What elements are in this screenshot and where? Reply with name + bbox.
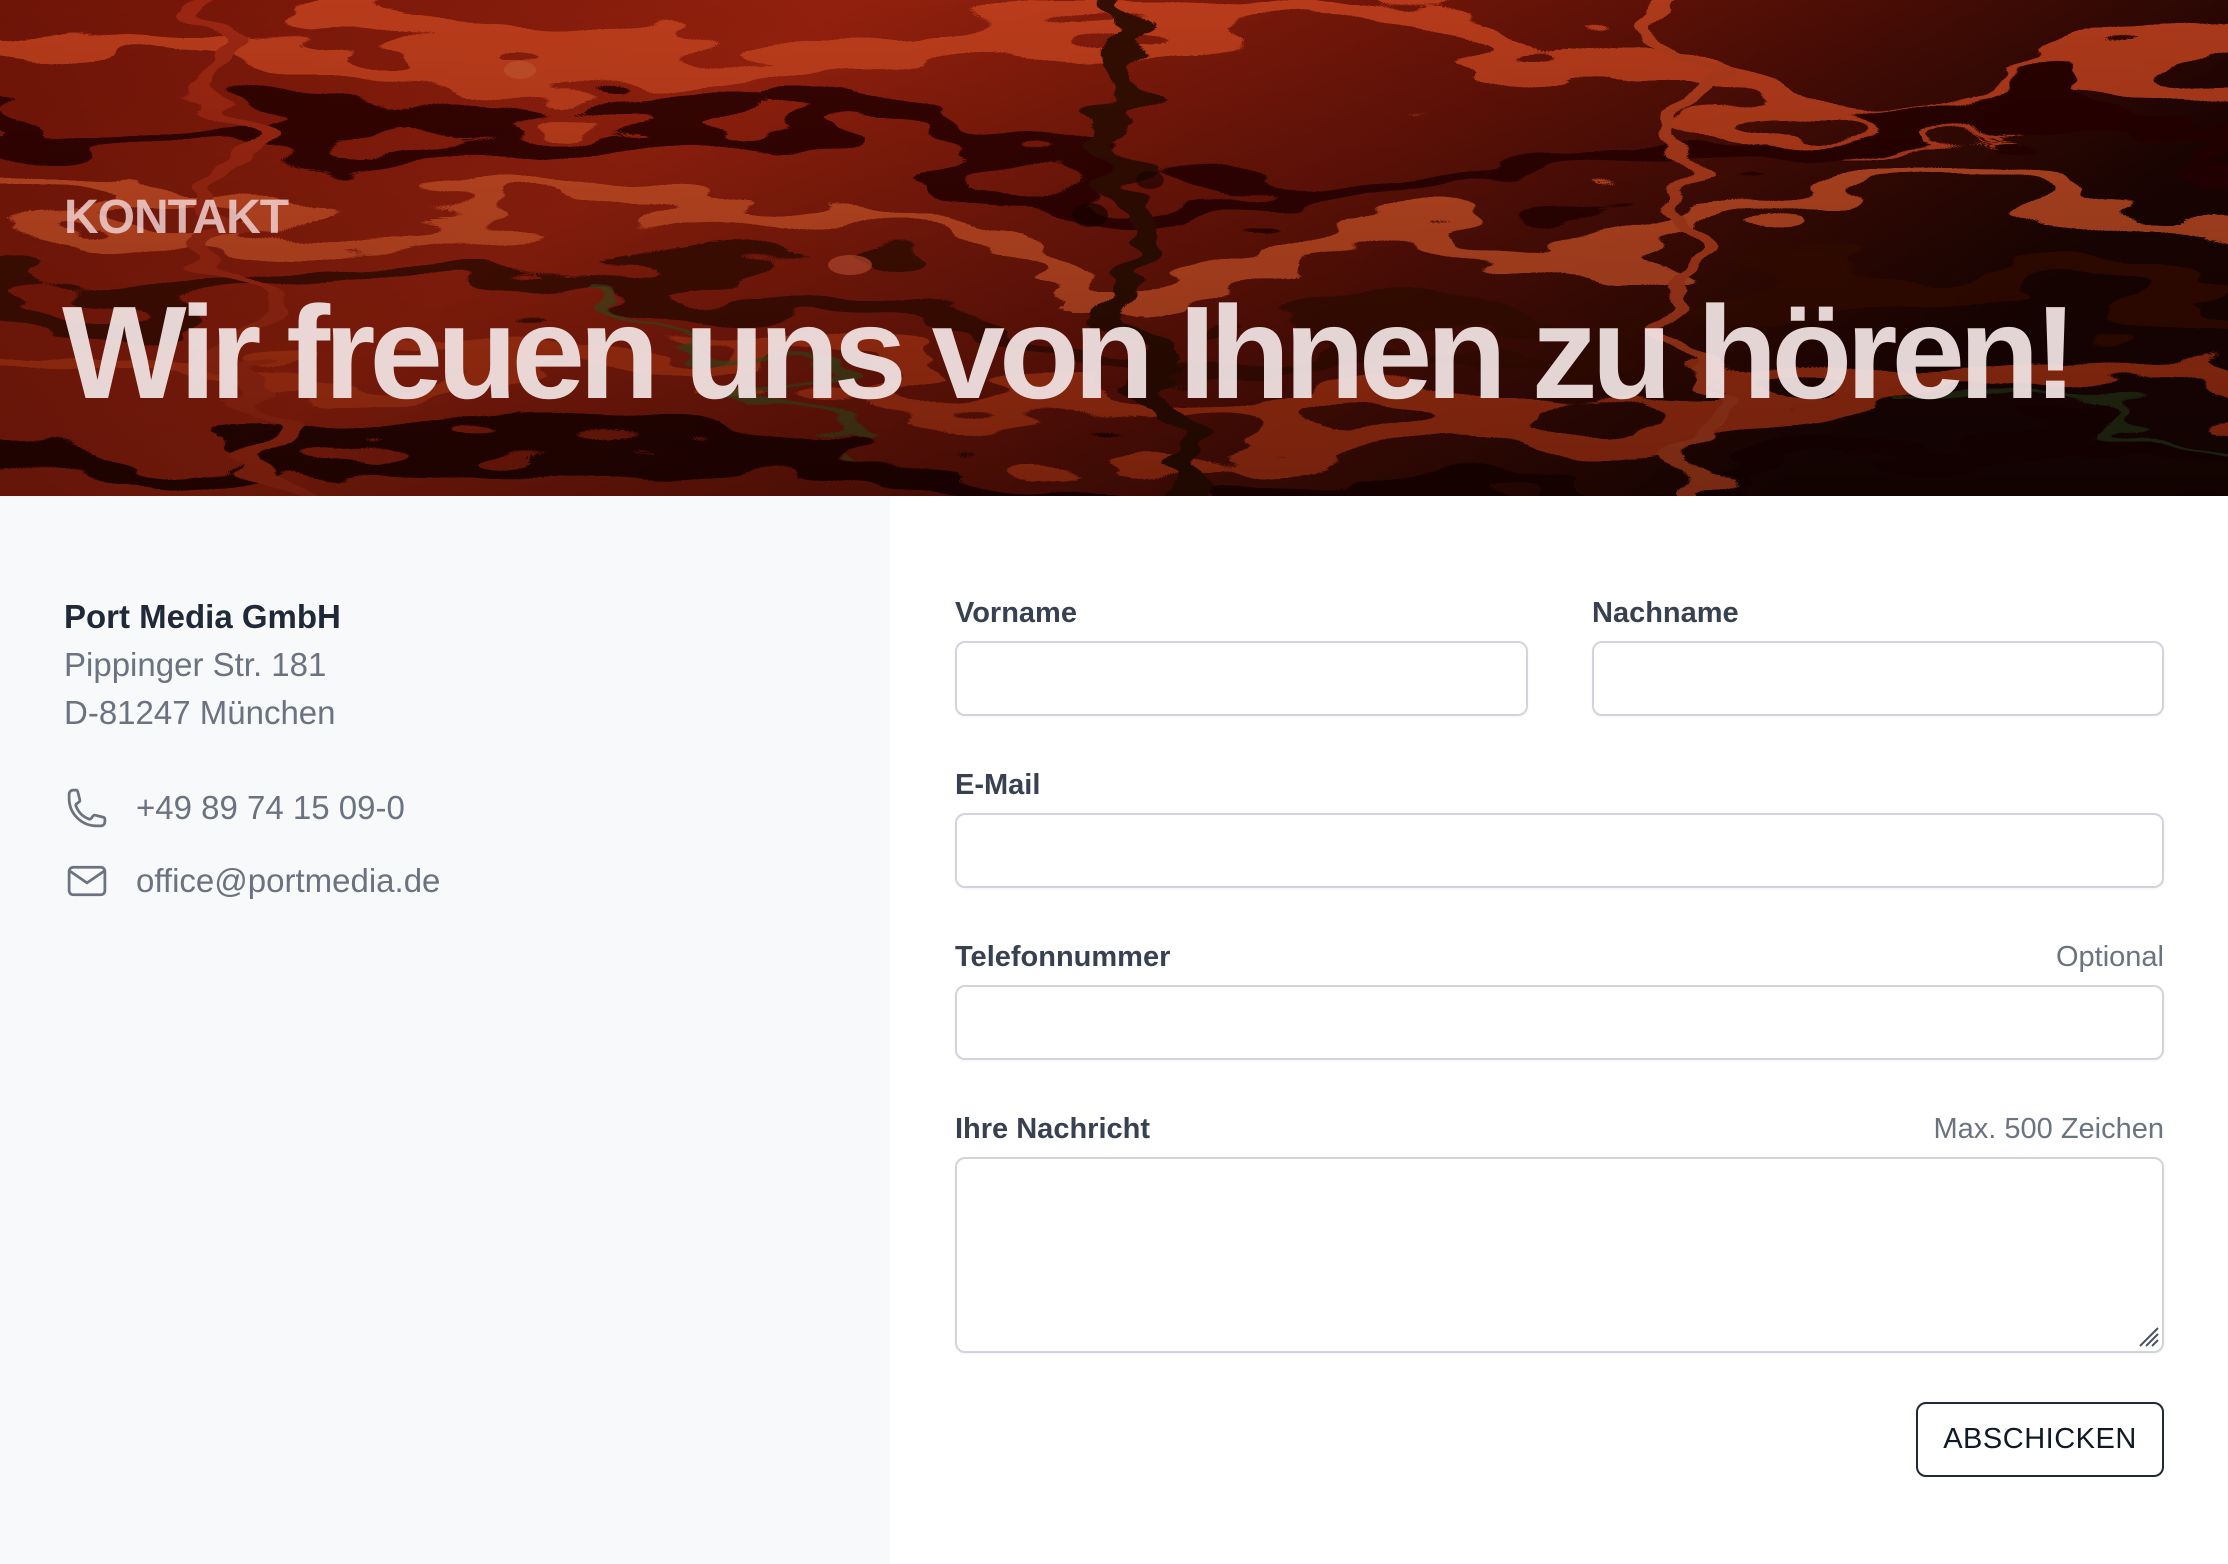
phone-optional-hint: Optional: [2055, 941, 2164, 973]
envelope-icon: [64, 858, 110, 904]
email-input[interactable]: [955, 813, 2164, 888]
last-name-input[interactable]: [1592, 641, 2164, 716]
email-address[interactable]: office@portmedia.de: [136, 860, 440, 902]
first-name-input[interactable]: [955, 641, 1528, 716]
address-city: D-81247 München: [64, 694, 336, 731]
message-label: Ihre Nachricht: [955, 1113, 1150, 1145]
email-contact-row: office@portmedia.de: [64, 856, 440, 906]
last-name-label: Nachname: [1592, 597, 1739, 629]
address-street: Pippinger Str. 181: [64, 646, 327, 683]
first-name-label: Vorname: [955, 597, 1077, 629]
phone-label: Telefonnummer: [955, 941, 1171, 973]
company-name: Port Media GmbH: [64, 598, 341, 635]
hero-banner: KONTAKT Wir freuen uns von Ihnen zu höre…: [0, 0, 2228, 496]
phone-icon: [64, 785, 110, 831]
page-title: Wir freuen uns von Ihnen zu hören!: [62, 279, 2078, 426]
phone-contact-row: +49 89 74 15 09-0: [64, 783, 405, 833]
email-label: E-Mail: [955, 769, 1041, 801]
submit-button[interactable]: ABSCHICKEN: [1916, 1402, 2164, 1477]
phone-input[interactable]: [955, 985, 2164, 1060]
message-length-hint: Max. 500 Zeichen: [1933, 1113, 2164, 1145]
phone-number: +49 89 74 15 09-0: [136, 789, 405, 826]
hero-eyebrow: KONTAKT: [64, 191, 289, 244]
resize-handle-icon[interactable]: [2134, 1322, 2160, 1348]
message-textarea[interactable]: [955, 1157, 2164, 1353]
